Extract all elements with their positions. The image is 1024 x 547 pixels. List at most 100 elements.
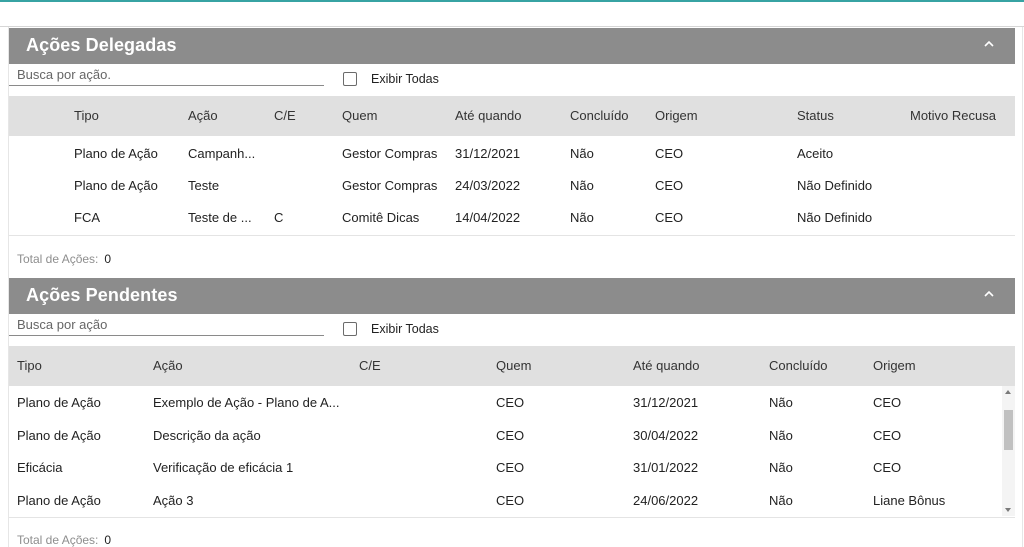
total-value: 0 bbox=[104, 252, 112, 266]
column-header-acao[interactable]: Ação bbox=[153, 358, 183, 373]
table-header: Tipo Ação C/E Quem Até quando Concluído … bbox=[9, 96, 1015, 136]
cell-concluido: Não bbox=[769, 428, 793, 443]
vertical-scrollbar[interactable] bbox=[1002, 386, 1015, 516]
cell-acao: Exemplo de Ação - Plano de A... bbox=[153, 395, 340, 410]
column-header-status[interactable]: Status bbox=[797, 108, 834, 123]
cell-status: Aceito bbox=[797, 146, 834, 161]
column-header-motivo-recusa[interactable]: Motivo Recusa bbox=[910, 108, 996, 123]
search-input[interactable] bbox=[9, 314, 324, 336]
cell-quem: Gestor Compras bbox=[342, 178, 438, 193]
cell-acao: Campanh... bbox=[188, 146, 256, 161]
table-row[interactable]: Plano de Ação Descrição da ação CEO 30/0… bbox=[9, 419, 1001, 451]
cell-quem: CEO bbox=[496, 395, 525, 410]
cell-origem: CEO bbox=[873, 428, 902, 443]
cell-quem: Comitê Dicas bbox=[342, 210, 420, 225]
cell-tipo: Plano de Ação bbox=[17, 395, 101, 410]
column-header-tipo[interactable]: Tipo bbox=[17, 358, 42, 373]
cell-origem: CEO bbox=[873, 395, 902, 410]
column-header-ate-quando[interactable]: Até quando bbox=[455, 108, 522, 123]
column-header-origem[interactable]: Origem bbox=[873, 358, 916, 373]
panel-title: Ações Pendentes bbox=[26, 285, 178, 305]
cell-ate-quando: 14/04/2022 bbox=[455, 210, 521, 225]
cell-tipo: Plano de Ação bbox=[17, 428, 101, 443]
cell-quem: CEO bbox=[496, 493, 525, 508]
search-input[interactable] bbox=[9, 64, 324, 86]
chevron-up-icon[interactable] bbox=[979, 284, 999, 304]
panel-header[interactable]: Ações Delegadas bbox=[9, 28, 1015, 64]
cell-tipo: Plano de Ação bbox=[74, 146, 158, 161]
cell-concluido: Não bbox=[570, 210, 594, 225]
cell-status: Não Definido bbox=[797, 178, 873, 193]
cell-ate-quando: 24/06/2022 bbox=[633, 493, 699, 508]
cell-ate-quando: 31/12/2021 bbox=[455, 146, 521, 161]
panel-acoes-pendentes: Ações Pendentes Exibir Todas Tipo Ação C… bbox=[9, 278, 1015, 547]
cell-origem: Liane Bônus bbox=[873, 493, 946, 508]
cell-ate-quando: 24/03/2022 bbox=[455, 178, 521, 193]
cell-origem: CEO bbox=[655, 178, 684, 193]
show-all-toggle[interactable]: Exibir Todas bbox=[343, 71, 439, 87]
table-row[interactable]: Plano de Ação Exemplo de Ação - Plano de… bbox=[9, 386, 1001, 418]
column-header-ce[interactable]: C/E bbox=[274, 108, 296, 123]
cell-concluido: Não bbox=[570, 178, 594, 193]
divider bbox=[9, 517, 1015, 518]
chevron-up-icon[interactable] bbox=[979, 34, 999, 54]
cell-ate-quando: 31/01/2022 bbox=[633, 460, 699, 475]
cell-ce: C bbox=[274, 210, 284, 225]
cell-tipo: Eficácia bbox=[17, 460, 63, 475]
table-row[interactable]: Plano de Ação Campanh... Gestor Compras … bbox=[9, 138, 1001, 170]
column-header-concluido[interactable]: Concluído bbox=[570, 108, 629, 123]
cell-quem: CEO bbox=[496, 460, 525, 475]
cell-origem: CEO bbox=[873, 460, 902, 475]
top-bar bbox=[0, 0, 1024, 27]
column-header-ce[interactable]: C/E bbox=[359, 358, 381, 373]
right-border bbox=[1022, 27, 1023, 547]
cell-tipo: FCA bbox=[74, 210, 100, 225]
show-all-label: Exibir Todas bbox=[371, 322, 439, 336]
cell-concluido: Não bbox=[769, 460, 793, 475]
cell-tipo: Plano de Ação bbox=[74, 178, 158, 193]
cell-acao: Verificação de eficácia 1 bbox=[153, 460, 294, 475]
cell-concluido: Não bbox=[769, 395, 793, 410]
column-header-acao[interactable]: Ação bbox=[188, 108, 218, 123]
column-header-ate-quando[interactable]: Até quando bbox=[633, 358, 700, 373]
table-row[interactable]: Plano de Ação Ação 3 CEO 24/06/2022 Não … bbox=[9, 484, 1001, 516]
scroll-down-arrow-icon[interactable] bbox=[1005, 508, 1011, 512]
column-header-concluido[interactable]: Concluído bbox=[769, 358, 828, 373]
column-header-quem[interactable]: Quem bbox=[342, 108, 377, 123]
cell-concluido: Não bbox=[570, 146, 594, 161]
cell-status: Não Definido bbox=[797, 210, 873, 225]
total-acoes: Total de Ações: 0 bbox=[17, 533, 111, 547]
total-label: Total de Ações: bbox=[17, 252, 99, 266]
total-value: 0 bbox=[104, 533, 112, 547]
cell-origem: CEO bbox=[655, 146, 684, 161]
column-header-quem[interactable]: Quem bbox=[496, 358, 531, 373]
cell-quem: CEO bbox=[496, 428, 525, 443]
scroll-thumb[interactable] bbox=[1004, 410, 1013, 450]
column-header-tipo[interactable]: Tipo bbox=[74, 108, 99, 123]
table-header: Tipo Ação C/E Quem Até quando Concluído … bbox=[9, 346, 1015, 386]
panel-header[interactable]: Ações Pendentes bbox=[9, 278, 1015, 314]
cell-ate-quando: 31/12/2021 bbox=[633, 395, 699, 410]
table-row[interactable]: Plano de Ação Teste Gestor Compras 24/03… bbox=[9, 170, 1001, 202]
show-all-toggle[interactable]: Exibir Todas bbox=[343, 321, 439, 337]
table-row[interactable]: FCA Teste de ... C Comitê Dicas 14/04/20… bbox=[9, 202, 1001, 234]
show-all-label: Exibir Todas bbox=[371, 72, 439, 86]
panel-acoes-delegadas: Ações Delegadas Exibir Todas Tipo Ação C… bbox=[9, 28, 1015, 276]
scroll-up-arrow-icon[interactable] bbox=[1005, 390, 1011, 394]
divider bbox=[9, 235, 1015, 236]
cell-concluido: Não bbox=[769, 493, 793, 508]
cell-ate-quando: 30/04/2022 bbox=[633, 428, 699, 443]
cell-quem: Gestor Compras bbox=[342, 146, 438, 161]
cell-acao: Descrição da ação bbox=[153, 428, 261, 443]
total-label: Total de Ações: bbox=[17, 533, 99, 547]
table-row[interactable]: Eficácia Verificação de eficácia 1 CEO 3… bbox=[9, 451, 1001, 483]
panel-title: Ações Delegadas bbox=[26, 35, 177, 55]
cell-acao: Teste bbox=[188, 178, 220, 193]
column-header-origem[interactable]: Origem bbox=[655, 108, 698, 123]
show-all-checkbox[interactable] bbox=[343, 322, 357, 336]
total-acoes: Total de Ações: 0 bbox=[17, 252, 111, 266]
cell-origem: CEO bbox=[655, 210, 684, 225]
cell-acao: Ação 3 bbox=[153, 493, 194, 508]
show-all-checkbox[interactable] bbox=[343, 72, 357, 86]
cell-acao: Teste de ... bbox=[188, 210, 252, 225]
